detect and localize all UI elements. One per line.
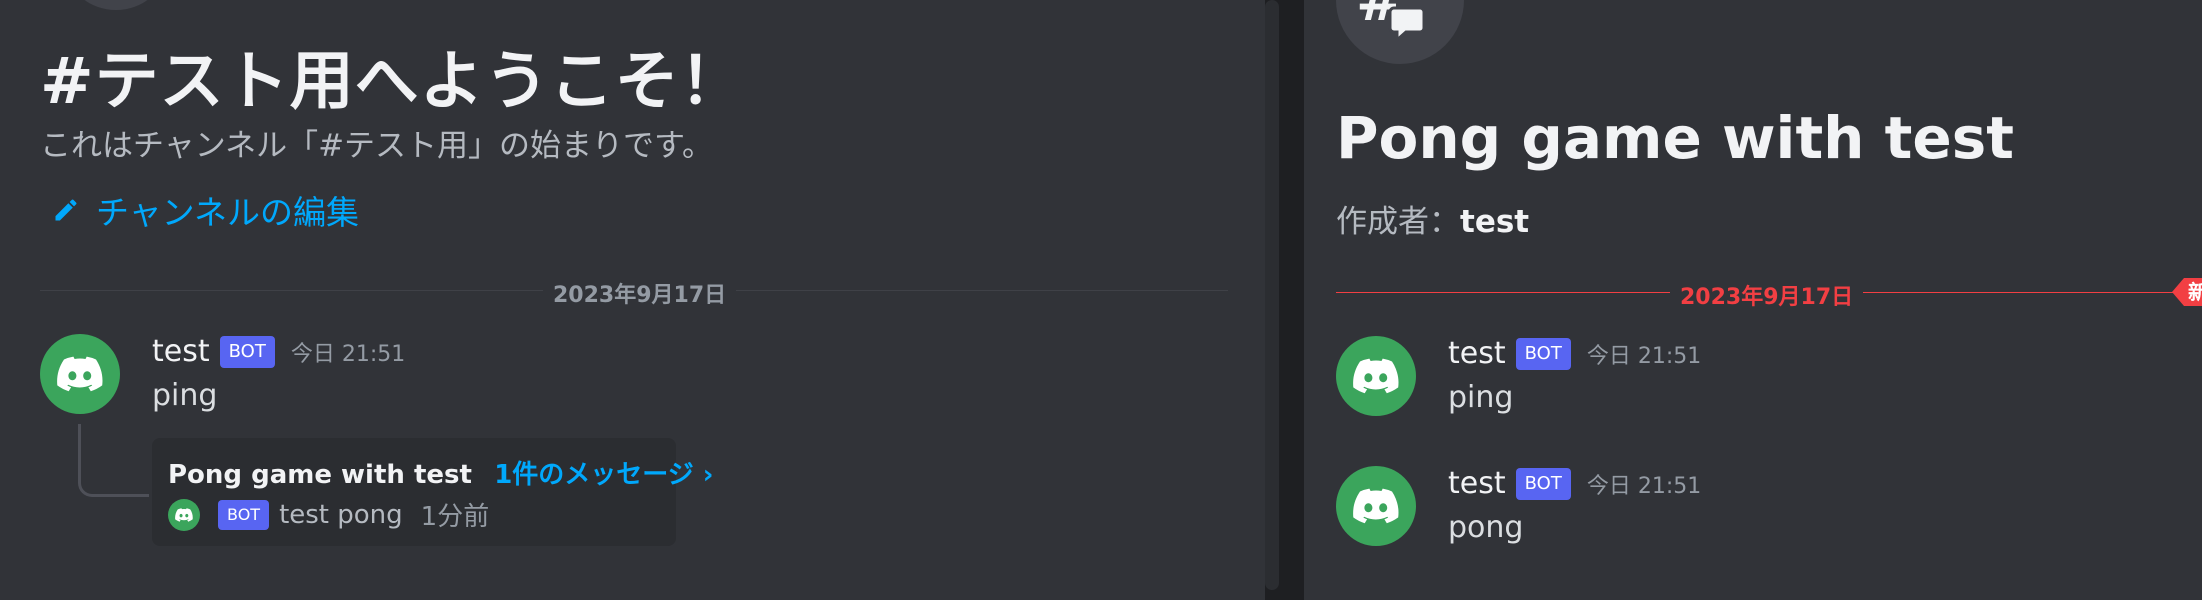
message-text: ping <box>1448 380 1514 415</box>
edit-channel-label: チャンネルの編集 <box>96 193 360 232</box>
date-divider: 2023年9月17日 <box>40 277 1228 309</box>
message-timestamp: 今日 21:51 <box>1586 343 1702 369</box>
thread-title: Pong game with test <box>1336 104 2014 172</box>
thread-pane: # Pong game with test 作成者：test 2023年9月17… <box>1304 0 2202 600</box>
thread-preview-card[interactable]: Pong game with test 1件のメッセージ › BOT test … <box>152 438 714 546</box>
message-username[interactable]: test <box>1448 466 1506 501</box>
date-label: 2023年9月17日 <box>1670 279 1864 311</box>
discord-logo-icon <box>57 356 103 392</box>
channel-icon <box>68 0 164 10</box>
author-name[interactable]: test <box>1460 204 1529 240</box>
welcome-title: #テスト用へようこそ！ <box>40 45 745 119</box>
welcome-subtitle: これはチャンネル「#テスト用」の始まりです。 <box>40 128 713 164</box>
message-item: test BOT 今日 21:51 ping <box>1336 336 2196 426</box>
edit-channel-link[interactable]: チャンネルの編集 <box>52 186 359 234</box>
thread-name: Pong game with test <box>168 460 472 490</box>
bot-tag: BOT <box>1515 337 1571 370</box>
thread-header-icon: # <box>1336 0 1464 64</box>
message-username[interactable]: test <box>152 334 210 369</box>
new-messages-badge: 新規 <box>2172 278 2202 306</box>
message-text: pong <box>1448 510 1524 545</box>
message-item: test BOT 今日 21:51 ping <box>40 334 1220 424</box>
user-avatar[interactable] <box>40 334 120 414</box>
user-avatar[interactable] <box>1336 466 1416 546</box>
bot-tag: BOT <box>219 335 275 368</box>
thread-author: 作成者：test <box>1336 196 1529 241</box>
message-text: ping <box>152 378 218 413</box>
thread-message-count[interactable]: 1件のメッセージ › <box>494 460 713 490</box>
scrollbar[interactable] <box>1265 0 1279 590</box>
message-username[interactable]: test <box>1448 336 1506 371</box>
author-label: 作成者： <box>1336 204 1460 240</box>
thread-last-time: 1分前 <box>420 502 490 532</box>
discord-logo-icon <box>1353 358 1399 394</box>
channel-pane: #テスト用へようこそ！ これはチャンネル「#テスト用」の始まりです。 チャンネル… <box>0 0 1265 600</box>
pencil-icon <box>55 199 77 221</box>
date-divider: 2023年9月17日 新規 <box>1336 278 2202 311</box>
discord-logo-icon <box>175 507 193 522</box>
thread-connector <box>78 424 149 497</box>
message-item: test BOT 今日 21:51 pong <box>1336 466 2196 556</box>
discord-logo-icon <box>1353 488 1399 524</box>
thread-last-message: test pong <box>279 499 403 530</box>
thread-icon: # <box>1356 0 1426 44</box>
thread-last-avatar <box>168 498 200 531</box>
user-avatar[interactable] <box>1336 336 1416 416</box>
bot-tag: BOT <box>1515 467 1571 500</box>
message-timestamp: 今日 21:51 <box>1586 473 1702 499</box>
date-label: 2023年9月17日 <box>543 277 737 309</box>
bot-tag: BOT <box>218 499 270 530</box>
message-timestamp: 今日 21:51 <box>290 341 406 367</box>
